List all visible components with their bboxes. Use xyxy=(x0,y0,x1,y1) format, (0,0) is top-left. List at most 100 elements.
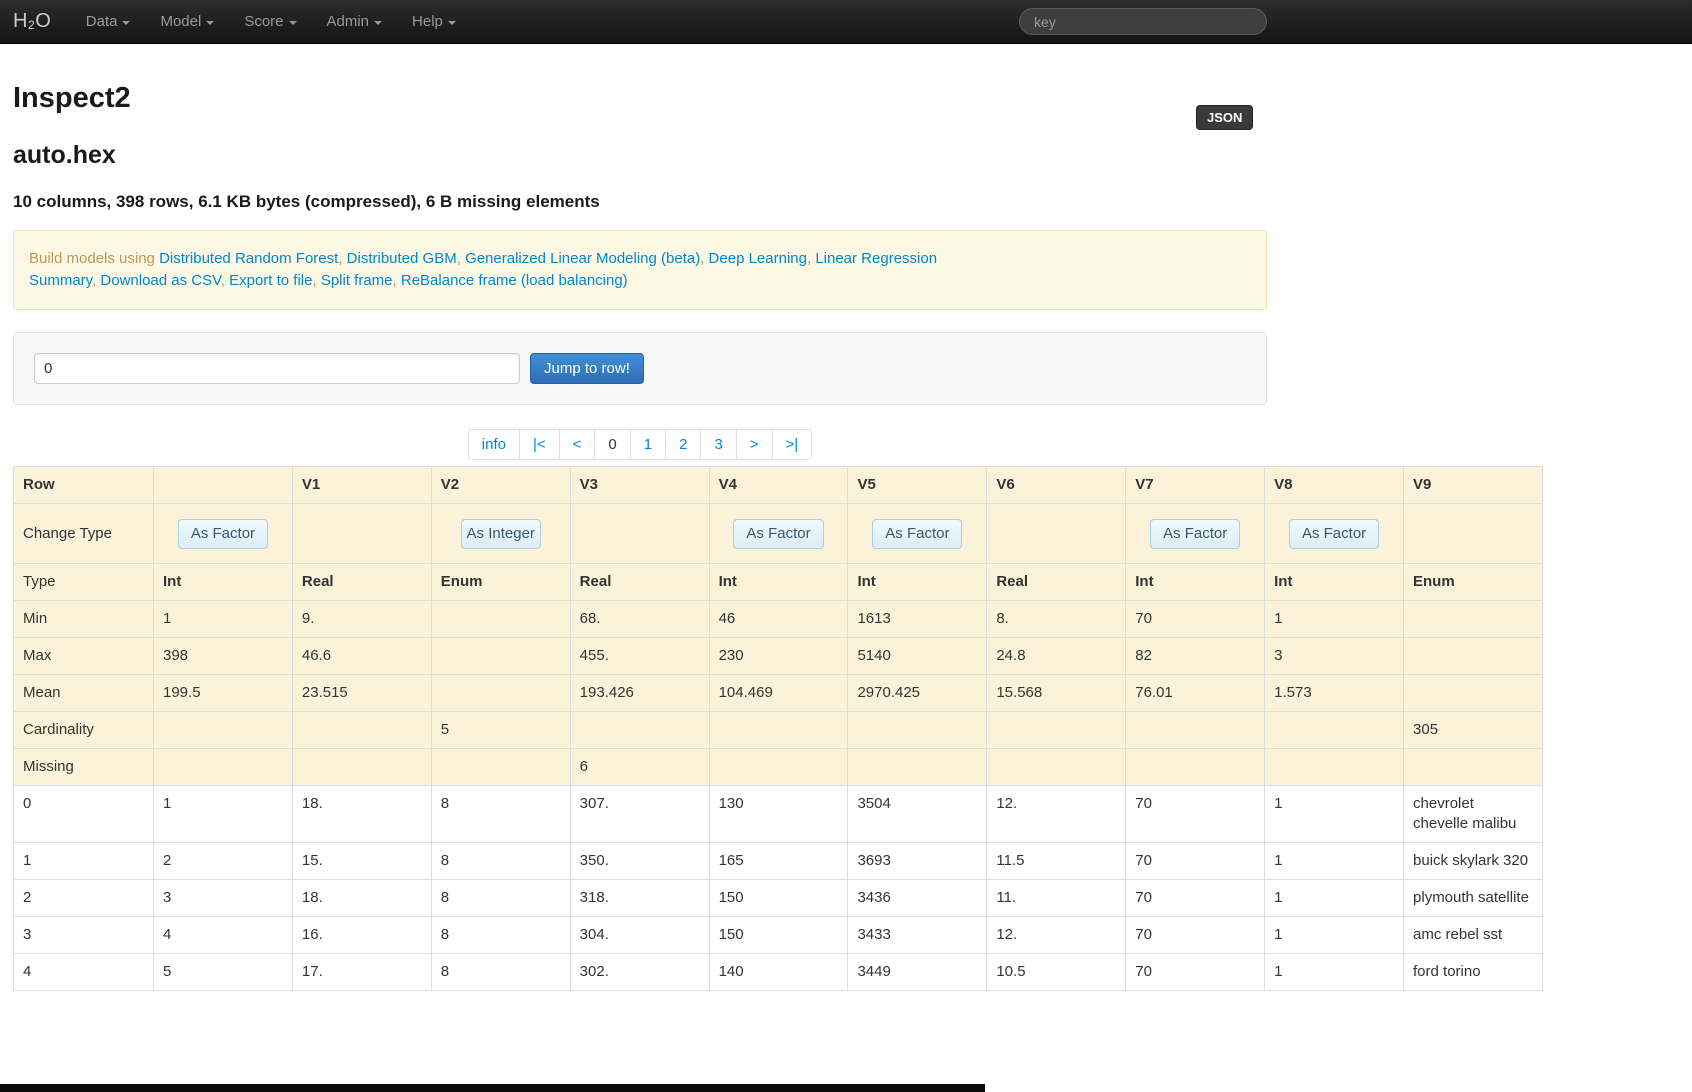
nav-item-help[interactable]: Help xyxy=(397,0,471,43)
data-cell: 4 xyxy=(153,916,293,954)
stat-cell xyxy=(153,711,293,749)
row-index: 4 xyxy=(13,953,154,991)
pagination-prev-page[interactable]: < xyxy=(558,429,596,460)
distributed-random-forest-link[interactable]: Distributed Random Forest xyxy=(159,250,338,267)
jump-to-row-button[interactable]: Jump to row! xyxy=(530,353,644,384)
nav-item-model[interactable]: Model xyxy=(145,0,229,43)
pagination-wrap: info |< <0 1 2 3 > >| xyxy=(13,429,1267,460)
deep-learning-link[interactable]: Deep Learning xyxy=(709,250,807,267)
column-header: V1 xyxy=(291,466,432,504)
stat-cell: 8. xyxy=(986,600,1127,638)
row-label: Min xyxy=(13,600,154,638)
stat-cell: Real xyxy=(569,563,710,601)
data-cell: 1 xyxy=(1264,953,1405,991)
stat-cell: Enum xyxy=(430,563,571,601)
build-models-prefix: Build models using xyxy=(29,250,160,267)
data-cell: 3 xyxy=(153,879,293,917)
row-label: Type xyxy=(13,563,154,601)
frame-summary: 10 columns, 398 rows, 6.1 KB bytes (comp… xyxy=(13,192,600,211)
stat-cell xyxy=(430,637,571,675)
as-factor-button[interactable]: As Factor xyxy=(733,518,824,549)
column-header: V6 xyxy=(986,466,1127,504)
column-header: V9 xyxy=(1403,466,1543,504)
stat-cell xyxy=(847,711,988,749)
data-cell: plymouth satellite xyxy=(1403,879,1543,917)
stat-row-type: Type Int Real Enum Real Int Int Real Int Int Enum xyxy=(13,563,1543,601)
column-header: V4 xyxy=(708,466,849,504)
pagination-first-page[interactable]: |< xyxy=(518,429,560,460)
pagination-page-3[interactable]: 3 xyxy=(700,429,737,460)
data-cell: ford torino xyxy=(1403,953,1543,991)
frame-table: Row V1 V2 V3 V4 V5 V6 V7 V8 V9 Change Type As Facto… xyxy=(13,466,1543,991)
pagination: info |< <0 1 2 3 > >| xyxy=(467,429,813,460)
stat-cell xyxy=(708,748,849,786)
stat-cell: 3 xyxy=(1264,637,1405,675)
nav-item-admin[interactable]: Admin xyxy=(312,0,398,43)
brand-logo[interactable]: H₂O xyxy=(13,10,71,33)
change-type-row: Change Type As Factor As Integer As Factor A… xyxy=(13,503,1543,564)
stat-cell: 15.568 xyxy=(986,674,1127,712)
pagination-page-2[interactable]: 2 xyxy=(665,429,702,460)
linear-regression-link[interactable]: Linear Regression xyxy=(815,250,937,267)
stat-cell: 5140 xyxy=(847,637,988,675)
data-cell: 11. xyxy=(986,879,1127,917)
data-cell: 140 xyxy=(708,953,849,991)
download-as-csv-link[interactable]: Download as CSV xyxy=(100,272,220,289)
data-cell: 12. xyxy=(986,785,1127,843)
pagination-page-1[interactable]: 1 xyxy=(629,429,667,460)
stat-cell xyxy=(153,748,293,786)
stat-cell xyxy=(291,711,432,749)
data-cell: 165 xyxy=(708,842,849,880)
stat-cell xyxy=(986,711,1127,749)
nav-item-data[interactable]: Data xyxy=(71,0,146,43)
jump-row-input[interactable] xyxy=(34,353,520,384)
generalized-linear-modeling-beta-link[interactable]: Generalized Linear Modeling (beta) xyxy=(465,250,700,267)
data-cell: buick skylark 320 xyxy=(1403,842,1543,880)
data-cell: 130 xyxy=(708,785,849,843)
data-cell: chevrolet chevelle malibu xyxy=(1403,785,1543,843)
summary-link[interactable]: Summary xyxy=(29,272,92,289)
data-cell: 1 xyxy=(1264,842,1405,880)
json-button[interactable]: JSON xyxy=(1196,105,1254,130)
stat-cell xyxy=(708,711,849,749)
search-input[interactable] xyxy=(1019,8,1267,35)
nav-item-score[interactable]: Score xyxy=(229,0,311,43)
data-cell: 3433 xyxy=(847,916,988,954)
data-cell: amc rebel sst xyxy=(1403,916,1543,954)
stat-cell xyxy=(1264,748,1405,786)
data-cell: 150 xyxy=(708,916,849,954)
row-index: 2 xyxy=(13,879,154,917)
data-cell: 15. xyxy=(291,842,432,880)
change-type-cell: As Factor xyxy=(708,503,849,564)
stat-cell: 1 xyxy=(153,600,293,638)
stat-cell xyxy=(569,711,710,749)
pagination-last-page[interactable]: >| xyxy=(771,429,813,460)
pagination-next-page[interactable]: > xyxy=(735,429,773,460)
stat-cell: 305 xyxy=(1403,711,1543,749)
change-type-cell: As Factor xyxy=(1264,503,1405,564)
stat-cell: 398 xyxy=(153,637,293,675)
stat-cell: 23.515 xyxy=(291,674,432,712)
pagination-info[interactable]: info xyxy=(467,429,520,460)
data-cell: 1 xyxy=(153,785,293,843)
data-cell: 1 xyxy=(1264,879,1405,917)
stat-cell: Int xyxy=(847,563,988,601)
change-type-cell xyxy=(1403,503,1543,564)
stat-cell: 24.8 xyxy=(986,637,1127,675)
as-factor-button[interactable]: As Factor xyxy=(1288,518,1380,549)
data-cell: 8 xyxy=(430,953,571,991)
split-frame-link[interactable]: Split frame xyxy=(321,272,393,289)
chevron-down-icon xyxy=(122,20,131,25)
data-cell: 350. xyxy=(569,842,710,880)
export-to-file-link[interactable]: Export to file xyxy=(229,272,312,289)
rebalance-frame-load-balancing-link[interactable]: ReBalance frame (load balancing) xyxy=(401,272,628,289)
distributed-gbm-link[interactable]: Distributed GBM xyxy=(347,250,457,267)
stat-cell: 230 xyxy=(708,637,849,675)
stat-cell: 199.5 xyxy=(153,674,293,712)
as-factor-button[interactable]: As Factor xyxy=(1150,518,1241,549)
as-integer-button[interactable]: As Integer xyxy=(460,518,541,549)
as-factor-button[interactable]: As Factor xyxy=(177,518,269,549)
action-links: Summary, Download as CSV, Export to file… xyxy=(29,272,628,289)
as-factor-button[interactable]: As Factor xyxy=(872,518,963,549)
stat-row-missing: Missing 6 xyxy=(13,748,1543,786)
